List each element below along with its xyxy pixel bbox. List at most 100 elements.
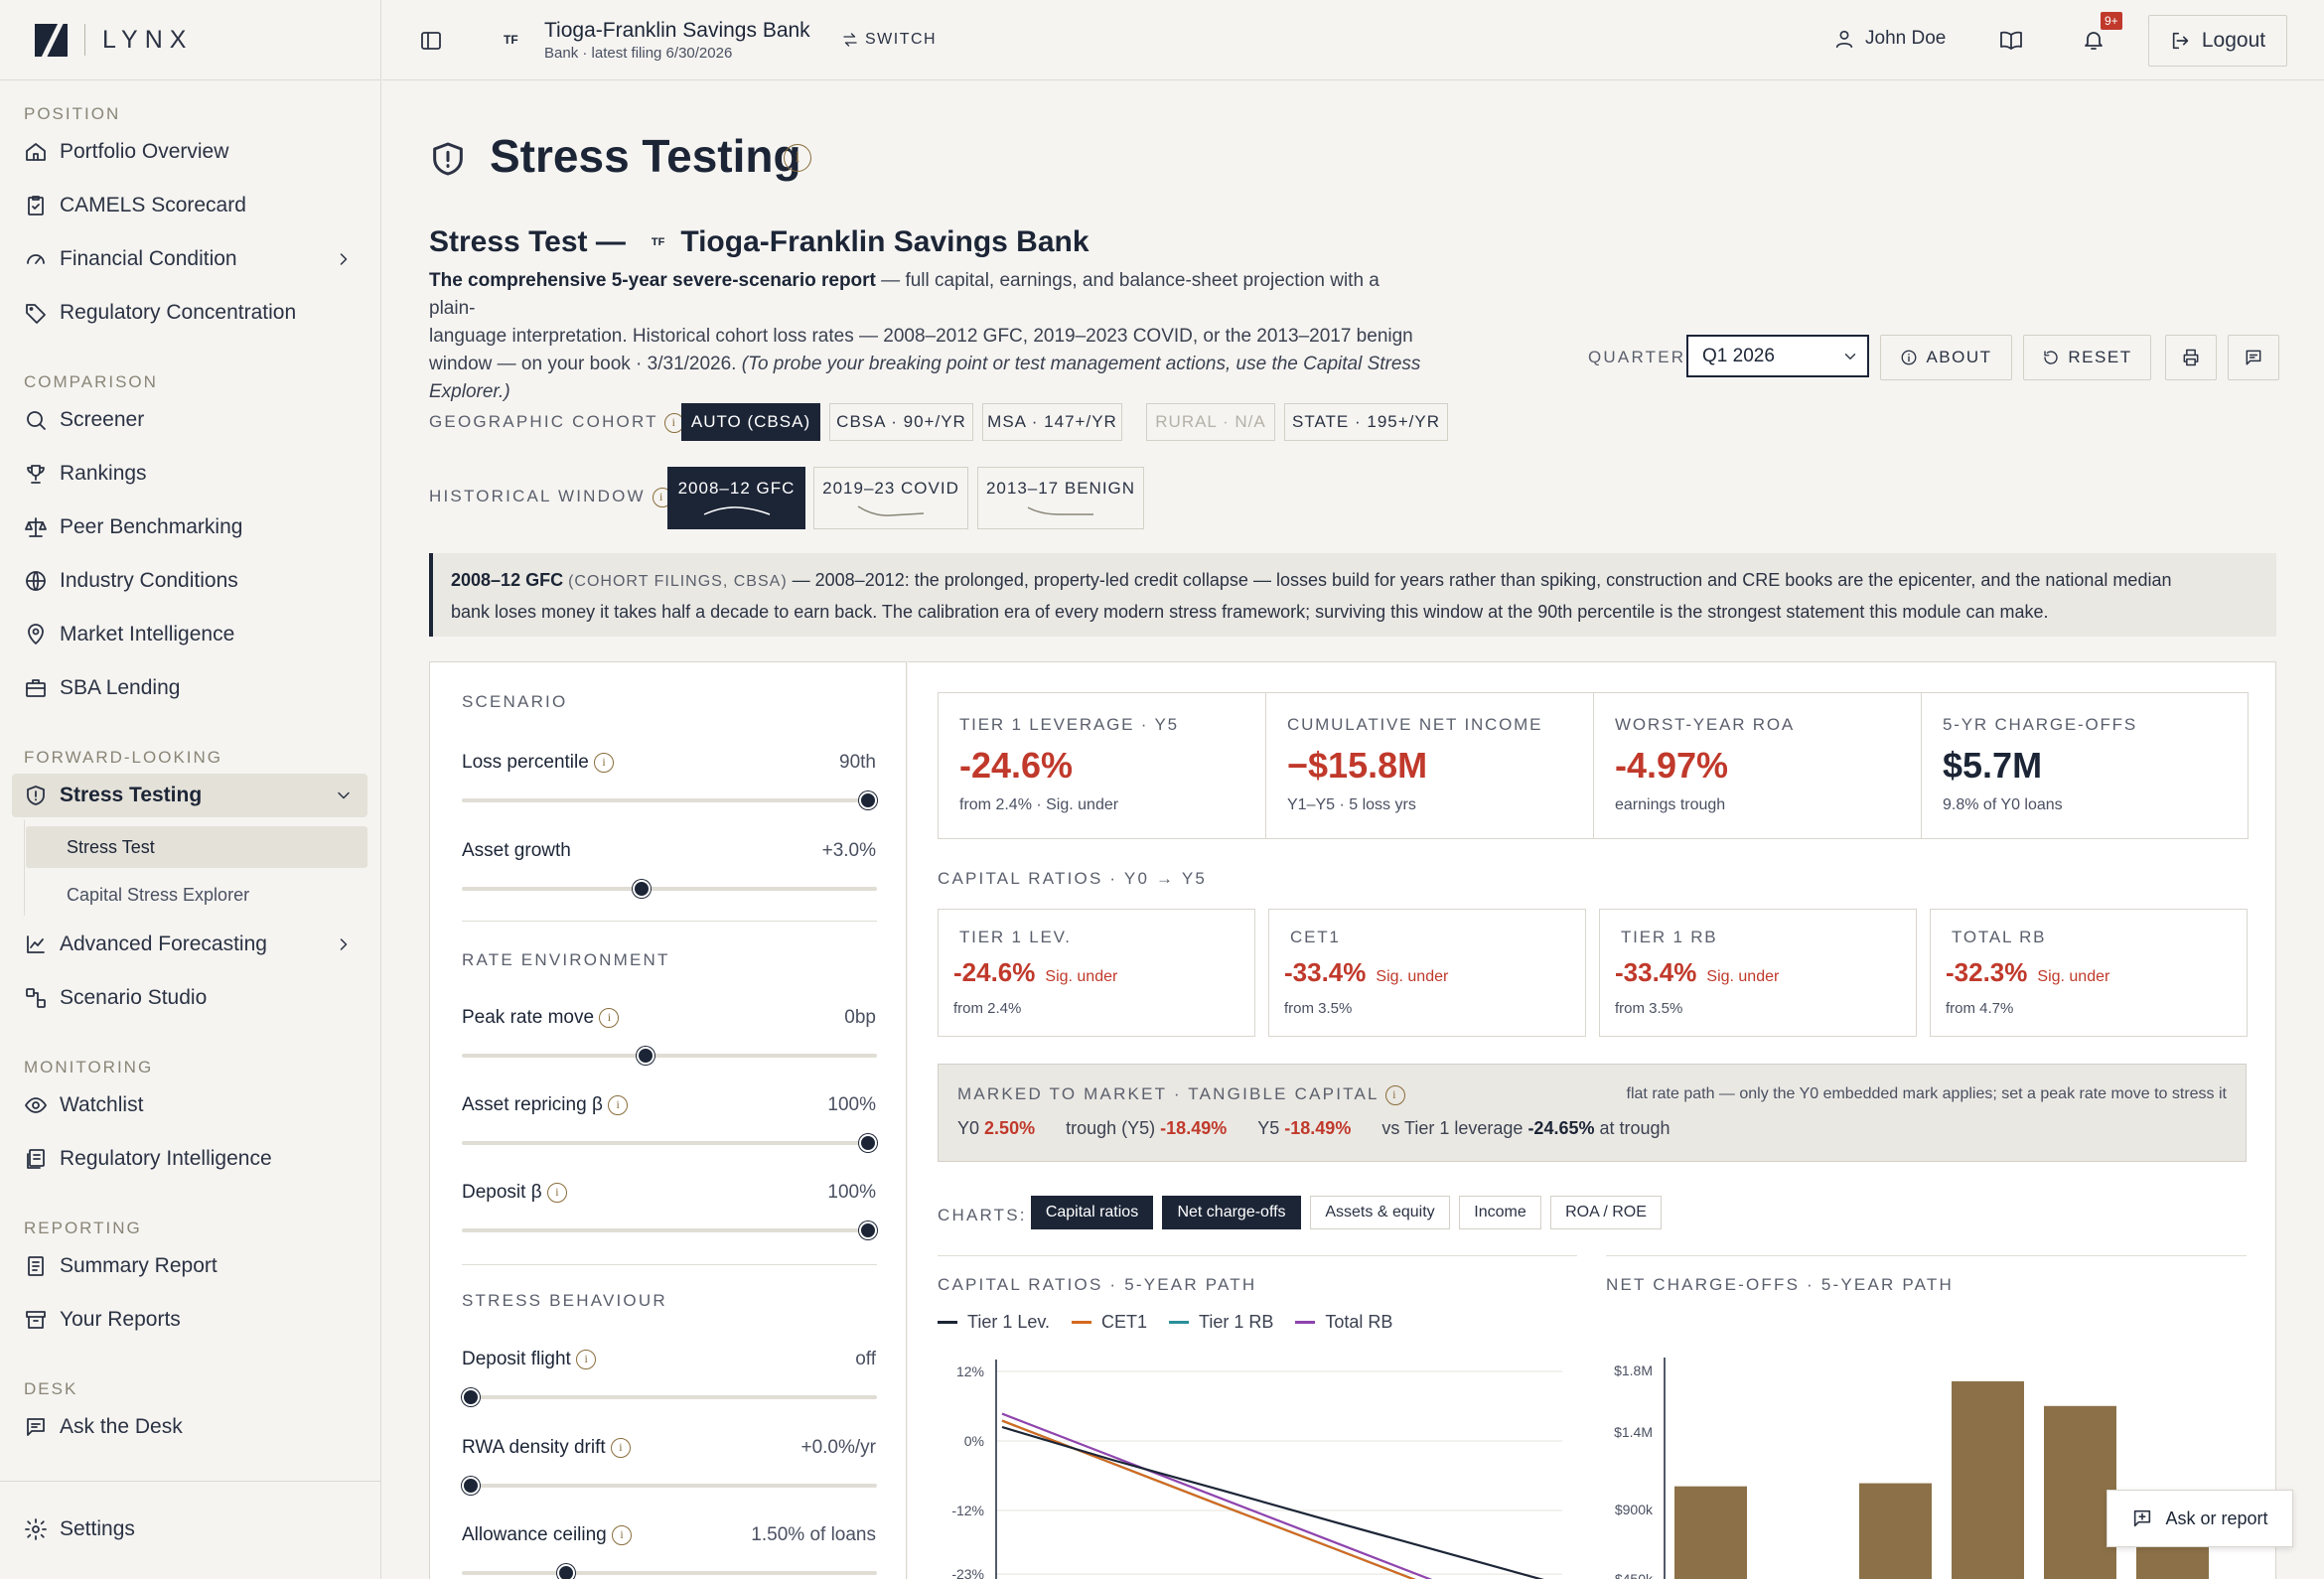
- repricing-info-icon[interactable]: i: [608, 1094, 629, 1115]
- y-tick-label: $450k: [1615, 1571, 1654, 1579]
- print-button[interactable]: [2165, 335, 2217, 380]
- slider-handle[interactable]: [637, 1047, 654, 1065]
- sidebar-item-financial-condition[interactable]: Financial Condition: [12, 237, 367, 281]
- asset-growth-slider[interactable]: [462, 880, 877, 898]
- deposit-slider[interactable]: [462, 1221, 877, 1239]
- chip-capital-ratios[interactable]: Capital ratios: [1031, 1196, 1153, 1229]
- sidebar-item-label: Scenario Studio: [60, 986, 208, 1009]
- slider-handle[interactable]: [557, 1564, 575, 1579]
- cohort-msa[interactable]: MSA · 147+/YR: [982, 403, 1122, 441]
- ratio-value: -24.6%: [953, 957, 1036, 987]
- sidebar-item-scenario-studio[interactable]: Scenario Studio: [12, 976, 367, 1020]
- slider-handle[interactable]: [859, 791, 877, 809]
- sidebar-subitem-stress-test[interactable]: Stress Test: [26, 826, 367, 868]
- bar-y2: [1859, 1483, 1932, 1579]
- chip-assets-equity[interactable]: Assets & equity: [1310, 1196, 1450, 1229]
- flight-slider[interactable]: [462, 1388, 877, 1406]
- window-benign[interactable]: 2013–17 BENIGN: [977, 467, 1144, 529]
- peak-label: Peak rate move i: [462, 1007, 620, 1029]
- cohort-state[interactable]: STATE · 195+/YR: [1284, 403, 1448, 441]
- sidebar-item-advanced-forecasting[interactable]: Advanced Forecasting: [12, 923, 367, 966]
- sidebar-item-ask-the-desk[interactable]: Ask the Desk: [12, 1405, 367, 1449]
- sidebar-item-regulatory-concentration[interactable]: Regulatory Concentration: [12, 291, 367, 335]
- loss-pct-slider[interactable]: [462, 791, 877, 809]
- switch-bank-button[interactable]: SWITCH: [841, 31, 937, 49]
- sidebar-subitem-capital-stress-explorer[interactable]: Capital Stress Explorer: [26, 874, 367, 916]
- bell-icon[interactable]: [2082, 28, 2106, 52]
- sidebar-item-label: Summary Report: [60, 1254, 218, 1277]
- sidebar-item-label: Screener: [60, 408, 145, 431]
- peak-info-icon[interactable]: i: [599, 1007, 620, 1028]
- cohort-rural: RURAL · N/A: [1146, 403, 1275, 441]
- sidebar-item-portfolio-overview[interactable]: Portfolio Overview: [12, 130, 367, 174]
- chip-net-charge-offs[interactable]: Net charge-offs: [1162, 1196, 1301, 1229]
- capital-chart-title: CAPITAL RATIOS · 5-YEAR PATH: [938, 1275, 1257, 1294]
- rwa-slider[interactable]: [462, 1477, 877, 1495]
- capital-title: CAPITAL RATIOS · Y0 → Y5: [938, 869, 1208, 888]
- title-info-icon[interactable]: i: [784, 144, 811, 172]
- sidebar-item-camels-scorecard[interactable]: CAMELS Scorecard: [12, 184, 367, 227]
- capital-ratios-chart: 12% 0% -12% -23%: [951, 1360, 1562, 1579]
- reset-button[interactable]: RESET: [2023, 335, 2151, 380]
- sidebar-section-reporting: REPORTING: [24, 1219, 142, 1237]
- book-icon[interactable]: [1999, 28, 2023, 52]
- sidebar-item-peer-benchmarking[interactable]: Peer Benchmarking: [12, 505, 367, 549]
- ratio-from: from 2.4%: [953, 1000, 1022, 1017]
- ratio-label: TOTAL RB: [1952, 928, 2047, 946]
- brand[interactable]: LYNX: [0, 0, 380, 80]
- quarter-select[interactable]: Q1 2026: [1686, 335, 1869, 377]
- gauge-icon: [27, 254, 45, 264]
- repricing-slider[interactable]: [462, 1134, 877, 1152]
- flight-info-icon[interactable]: i: [576, 1349, 597, 1369]
- allow-slider[interactable]: [462, 1564, 877, 1579]
- sidebar-item-your-reports[interactable]: Your Reports: [12, 1298, 367, 1342]
- sidebar-item-rankings[interactable]: Rankings: [12, 452, 367, 496]
- deposit-info-icon[interactable]: i: [546, 1182, 567, 1203]
- archive-icon: [26, 1311, 46, 1329]
- loss-pct-info-icon[interactable]: i: [594, 752, 615, 773]
- allow-info-icon[interactable]: i: [612, 1524, 633, 1545]
- ask-report-button[interactable]: Ask or report: [2106, 1490, 2293, 1547]
- lynx-logo-icon: [35, 23, 68, 57]
- kpi-sub: Y1–Y5 · 5 loss yrs: [1287, 796, 1416, 813]
- rwa-label: RWA density drift i: [462, 1437, 631, 1459]
- rwa-info-icon[interactable]: i: [610, 1437, 631, 1458]
- sidebar-item-screener[interactable]: Screener: [12, 398, 367, 442]
- user-menu[interactable]: John Doe: [1833, 28, 1946, 50]
- legend-label: CET1: [1101, 1312, 1148, 1332]
- mtm-info-icon[interactable]: i: [1384, 1084, 1405, 1105]
- peak-slider[interactable]: [462, 1047, 877, 1065]
- clipboard-icon: [28, 196, 44, 215]
- sidebar-item-market-intelligence[interactable]: Market Intelligence: [12, 613, 367, 656]
- capital-ratio-card: TIER 1 LEV. -24.6% Sig. under from 2.4%: [938, 909, 1255, 1037]
- sidebar-item-regulatory-intelligence[interactable]: Regulatory Intelligence: [12, 1137, 367, 1181]
- capital-ratio-card: CET1 -33.4% Sig. under from 3.5%: [1268, 909, 1586, 1037]
- slider-handle[interactable]: [859, 1221, 877, 1239]
- window-covid[interactable]: 2019–23 COVID: [813, 467, 968, 529]
- sidebar-item-stress-testing[interactable]: Stress Testing: [12, 774, 367, 817]
- sidebar-item-summary-report[interactable]: Summary Report: [12, 1244, 367, 1288]
- window-gfc[interactable]: 2008–12 GFC: [667, 467, 805, 529]
- sidebar-section-comparison: COMPARISON: [24, 372, 158, 391]
- logout-button[interactable]: Logout: [2148, 15, 2287, 67]
- slider-handle[interactable]: [859, 1134, 877, 1152]
- legend-item: Tier 1 Lev.: [938, 1312, 1050, 1333]
- slider-handle[interactable]: [633, 880, 651, 898]
- sidebar-item-sba-lending[interactable]: SBA Lending: [12, 666, 367, 710]
- legend-swatch: [1072, 1321, 1092, 1324]
- mtm-title: MARKED TO MARKET · TANGIBLE CAPITAL: [957, 1084, 1380, 1103]
- slider-handle[interactable]: [462, 1388, 480, 1406]
- cohort-cbsa[interactable]: CBSA · 90+/YR: [829, 403, 973, 441]
- chip-income[interactable]: Income: [1459, 1196, 1541, 1229]
- cohort-auto[interactable]: AUTO (CBSA): [681, 403, 820, 441]
- chip-roa-roe[interactable]: ROA / ROE: [1550, 1196, 1662, 1229]
- comment-button[interactable]: [2228, 335, 2279, 380]
- series-line-total-rb: [1001, 1412, 1433, 1579]
- slider-handle[interactable]: [462, 1477, 480, 1495]
- report-description: The comprehensive 5-year severe-scenario…: [429, 270, 1421, 402]
- sidebar-toggle-icon[interactable]: [419, 29, 443, 53]
- settings-link[interactable]: Settings: [12, 1507, 367, 1551]
- about-button[interactable]: ABOUT: [1880, 335, 2012, 380]
- sidebar-item-industry-conditions[interactable]: Industry Conditions: [12, 559, 367, 603]
- sidebar-item-watchlist[interactable]: Watchlist: [12, 1083, 367, 1127]
